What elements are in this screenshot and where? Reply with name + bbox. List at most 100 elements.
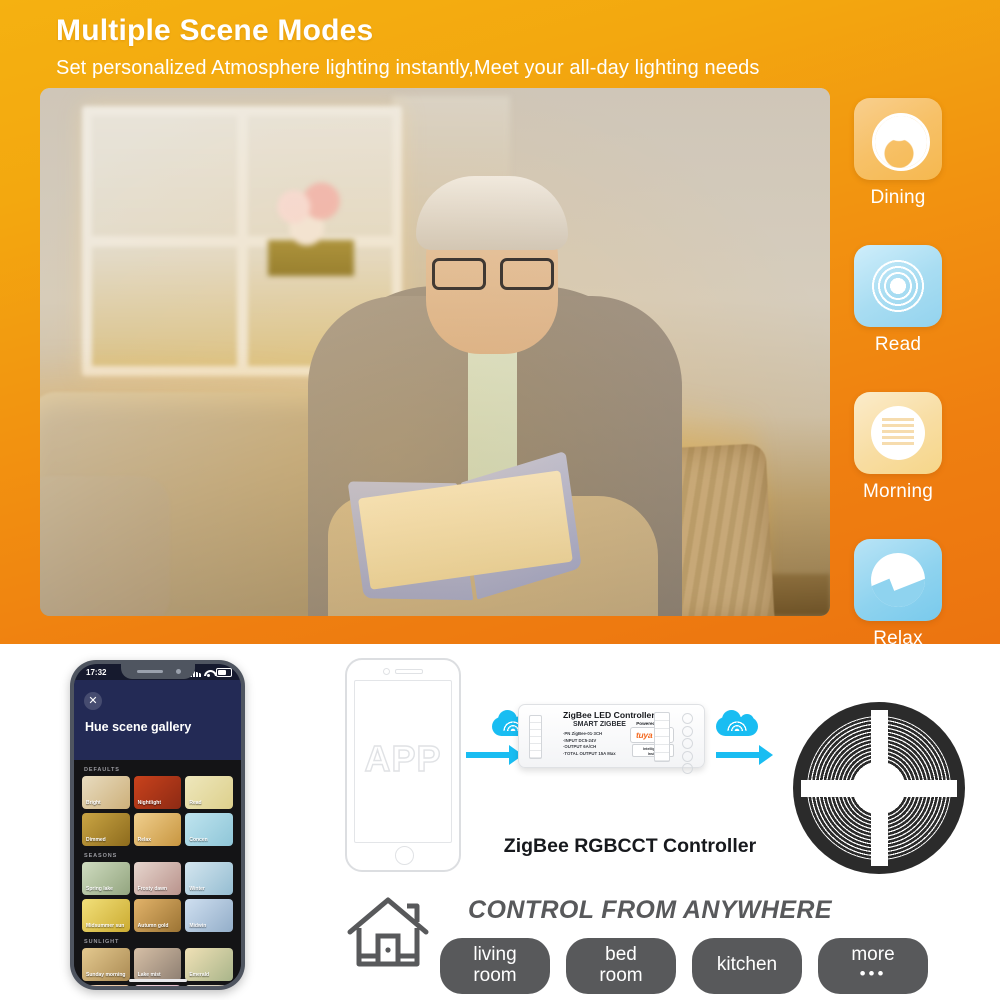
pill-line-2: room [599, 964, 643, 986]
scene-tile-label: Midsummer sun [86, 923, 125, 929]
scene-tile[interactable]: Spring lake [82, 862, 130, 895]
status-time: 17:32 [86, 668, 107, 677]
relax-tile[interactable] [854, 539, 942, 621]
zigbee-controller-device: ZigBee LED Controller SMART ZIGBEE ·PN Z… [518, 704, 705, 774]
battery-icon [216, 668, 232, 677]
scene-tile-label: Emerald [189, 972, 210, 978]
scene-tile[interactable]: Relax [133, 813, 182, 846]
close-icon[interactable]: ✕ [84, 692, 102, 710]
scene-tile[interactable]: Concen [185, 813, 233, 846]
scene-tile[interactable]: Midwin [185, 899, 233, 932]
input-terminal-block [529, 715, 542, 759]
scene-tile[interactable] [82, 985, 130, 986]
room-pill-kitchen[interactable]: kitchen [692, 938, 802, 994]
scene-tile-label: Lake mist [137, 972, 161, 978]
scene-mode-relax[interactable]: Relax [850, 539, 946, 650]
scene-tile-label: Nightlight [137, 800, 161, 806]
photo-person [298, 146, 688, 616]
defaults-tile-grid: Bright Nightlight Read Dimmed Relax Conc… [82, 776, 233, 846]
status-icons [190, 668, 232, 677]
section-label-sunlight: SUNLIGHT [84, 939, 120, 945]
section-label-defaults: DEFAULTS [84, 767, 120, 773]
scene-tile[interactable]: Dimmed [82, 813, 130, 846]
scene-tile[interactable]: Nightlight [133, 776, 182, 809]
camera-icon [175, 669, 181, 674]
app-phone-mockup: 17:32 ✕ Hue scene gallery DEFAULTS Brigh… [70, 660, 245, 990]
more-dots-icon: ••• [859, 963, 887, 983]
cloud-wifi-icon-right [716, 708, 758, 736]
phone-screen: 17:32 ✕ Hue scene gallery DEFAULTS Brigh… [74, 664, 241, 986]
screw-row [676, 713, 698, 774]
app-label: APP [364, 737, 442, 779]
speaker-icon [395, 669, 423, 674]
tuya-brand-text: tuya [636, 730, 653, 740]
read-tile[interactable] [854, 245, 942, 327]
app-header: ✕ Hue scene gallery [74, 680, 241, 760]
morning-tile[interactable] [854, 392, 942, 474]
scene-mode-dining[interactable]: Dining [850, 98, 946, 209]
control-anywhere-heading: CONTROL FROM ANYWHERE [468, 896, 832, 924]
scene-mode-list: Dining Read Morning Relax [850, 98, 946, 686]
pill-line-1: more [851, 944, 895, 965]
scene-tile[interactable]: Read [185, 776, 233, 809]
wave-circle-icon [871, 553, 925, 607]
scene-gallery-list[interactable]: DEFAULTS Bright Nightlight Read Dimmed R… [74, 760, 241, 986]
house-icon [345, 892, 431, 972]
scene-tile[interactable]: Emerald [185, 948, 233, 981]
scene-mode-label: Dining [870, 187, 926, 208]
scene-tile-label: Bright [86, 800, 101, 806]
scene-tile[interactable]: Sunday morning [82, 948, 130, 981]
section-label-seasons: SEASONS [84, 853, 118, 859]
scene-tile-label: Concen [189, 837, 208, 843]
page-title: Multiple Scene Modes [56, 14, 374, 47]
scene-tile[interactable] [185, 985, 233, 986]
scene-tile-label: Frosty dawn [137, 886, 168, 892]
lifestyle-photo [40, 88, 830, 616]
scene-tile[interactable]: Lake mist [133, 948, 182, 981]
pill-line-1: bed [605, 944, 637, 965]
room-pill-list: living room bed room kitchen more ••• [440, 938, 940, 994]
scene-tile[interactable]: Autumn gold [133, 899, 182, 932]
scene-tile-label: Winter [189, 886, 205, 892]
pill-line-2: room [473, 964, 517, 986]
scene-mode-label: Read [874, 334, 922, 355]
arrow-right-icon-right [716, 745, 773, 765]
arrow-right-icon-left [466, 745, 523, 765]
product-infographic: Multiple Scene Modes Set personalized At… [0, 0, 1000, 1000]
pill-line-1: living [473, 944, 517, 965]
scene-tile-label: Autumn gold [137, 923, 169, 929]
seasons-tile-grid: Spring lake Frosty dawn Winter Midsummer… [82, 862, 233, 932]
wifi-icon [204, 669, 213, 677]
person-hair [416, 176, 568, 250]
photo-sofa-arm [40, 476, 170, 616]
dining-tile[interactable] [854, 98, 942, 180]
controller-caption: ZigBee RGBCCT Controller [503, 835, 757, 857]
scene-tile[interactable]: Frosty dawn [133, 862, 182, 895]
room-pill-bed-room[interactable]: bed room [566, 938, 676, 994]
scene-tile-label: Read [189, 800, 202, 806]
app-title: Hue scene gallery [85, 720, 192, 734]
room-pill-living-room[interactable]: living room [440, 938, 550, 994]
scene-tile-label: Sunday morning [86, 972, 126, 978]
page-subtitle: Set personalized Atmosphere lighting ins… [56, 57, 760, 79]
scene-tile[interactable]: Midsummer sun [82, 899, 130, 932]
scene-tile[interactable]: Bright [82, 776, 130, 809]
home-button-icon [394, 846, 414, 865]
person-glasses [432, 258, 554, 290]
phone-notch [120, 664, 195, 679]
output-terminal-block [654, 712, 670, 762]
yin-yang-icon [872, 113, 930, 171]
concentric-rings-icon [871, 259, 925, 313]
reel-hub [853, 762, 905, 814]
scene-mode-read[interactable]: Read [850, 245, 946, 356]
room-pill-more[interactable]: more ••• [818, 938, 928, 994]
scene-tile[interactable] [133, 985, 182, 986]
controller-subtitle: SMART ZIGBEE [573, 721, 626, 728]
scene-mode-morning[interactable]: Morning [850, 392, 946, 503]
speaker-icon [136, 670, 163, 673]
camera-icon [383, 668, 390, 675]
lower-panel: 17:32 ✕ Hue scene gallery DEFAULTS Brigh… [0, 644, 1000, 1000]
hero-panel: Multiple Scene Modes Set personalized At… [0, 0, 1000, 649]
scene-tile-label: Relax [137, 837, 151, 843]
scene-tile[interactable]: Winter [185, 862, 233, 895]
